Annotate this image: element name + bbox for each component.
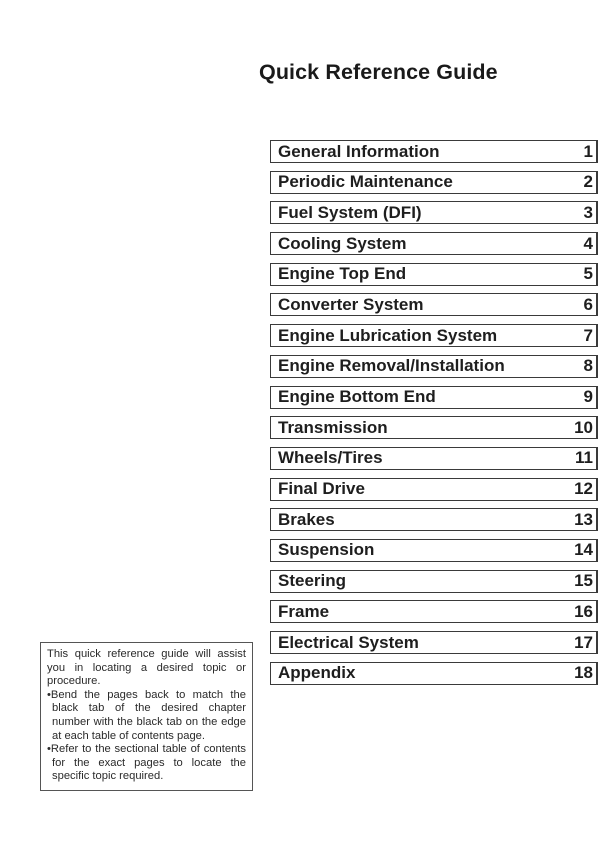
chapter-number: 18 [574, 663, 593, 683]
chapter-link-4[interactable]: Cooling System 4 [270, 232, 598, 256]
chapter-number: 6 [583, 294, 593, 314]
chapter-link-14[interactable]: Suspension 14 [270, 538, 598, 562]
chapter-link-7[interactable]: Engine Lubrication System 7 [270, 324, 598, 348]
chapter-number: 2 [583, 172, 593, 192]
chapter-link-12[interactable]: Final Drive 12 [270, 477, 598, 501]
chapter-title: Engine Removal/Installation [278, 356, 505, 376]
chapter-link-3[interactable]: Fuel System (DFI) 3 [270, 201, 598, 225]
chapter-number: 5 [583, 264, 593, 284]
chapter-title: Electrical System [278, 632, 419, 652]
chapter-title: Frame [278, 601, 330, 621]
chapter-title: Wheels/Tires [278, 448, 383, 468]
chapter-link-18[interactable]: Appendix 18 [270, 661, 598, 685]
chapter-number: 14 [574, 540, 593, 560]
instructions-bullet-refer-toc: •Refer to the sectional table of content… [47, 743, 246, 783]
chapter-number: 16 [574, 601, 593, 621]
chapter-number: 10 [574, 417, 593, 437]
chapter-number: 8 [583, 356, 593, 376]
chapter-link-11[interactable]: Wheels/Tires 11 [270, 446, 598, 470]
chapter-title: Transmission [278, 417, 388, 437]
chapter-title: Engine Top End [278, 264, 407, 284]
chapter-list: General Information 1 Periodic Maintenance… [270, 140, 598, 692]
chapter-title: Cooling System [278, 233, 407, 253]
chapter-title: Converter System [278, 294, 424, 314]
chapter-link-10[interactable]: Transmission 10 [270, 416, 598, 440]
chapter-link-2[interactable]: Periodic Maintenance 2 [270, 170, 598, 194]
chapter-link-13[interactable]: Brakes 13 [270, 508, 598, 532]
chapter-link-9[interactable]: Engine Bottom End 9 [270, 385, 598, 409]
chapter-number: 3 [583, 202, 593, 222]
chapter-number: 13 [574, 509, 593, 529]
chapter-link-6[interactable]: Converter System 6 [270, 293, 598, 317]
chapter-number: 12 [574, 479, 593, 499]
chapter-link-16[interactable]: Frame 16 [270, 600, 598, 624]
instructions-intro: This quick reference guide will assist y… [47, 648, 246, 688]
chapter-title: Engine Bottom End [278, 387, 436, 406]
chapter-number: 1 [583, 141, 593, 161]
chapter-number: 17 [574, 632, 593, 652]
chapter-title: General Information [278, 141, 440, 161]
chapter-number: 4 [583, 233, 593, 253]
chapter-link-15[interactable]: Steering 15 [270, 569, 598, 593]
chapter-title: Appendix [278, 663, 356, 683]
chapter-link-5[interactable]: Engine Top End 5 [270, 262, 598, 286]
instructions-bullet-bend-pages: •Bend the pages back to match the black … [47, 688, 246, 742]
chapter-title: Final Drive [278, 479, 365, 499]
chapter-number: 9 [583, 387, 593, 406]
chapter-number: 15 [574, 571, 593, 591]
chapter-link-1[interactable]: General Information 1 [270, 140, 598, 163]
chapter-link-8[interactable]: Engine Removal/Installation 8 [270, 354, 598, 378]
chapter-title: Periodic Maintenance [278, 172, 453, 192]
chapter-title: Suspension [278, 540, 375, 560]
chapter-title: Fuel System (DFI) [278, 202, 422, 222]
chapter-number: 7 [583, 325, 593, 345]
chapter-number: 11 [575, 448, 593, 468]
instructions-box: This quick reference guide will assist y… [40, 642, 253, 791]
chapter-link-17[interactable]: Electrical System 17 [270, 631, 598, 654]
chapter-title: Engine Lubrication System [278, 325, 498, 345]
chapter-title: Steering [278, 571, 347, 591]
page-title: Quick Reference Guide [259, 60, 498, 84]
chapter-title: Brakes [278, 509, 335, 529]
